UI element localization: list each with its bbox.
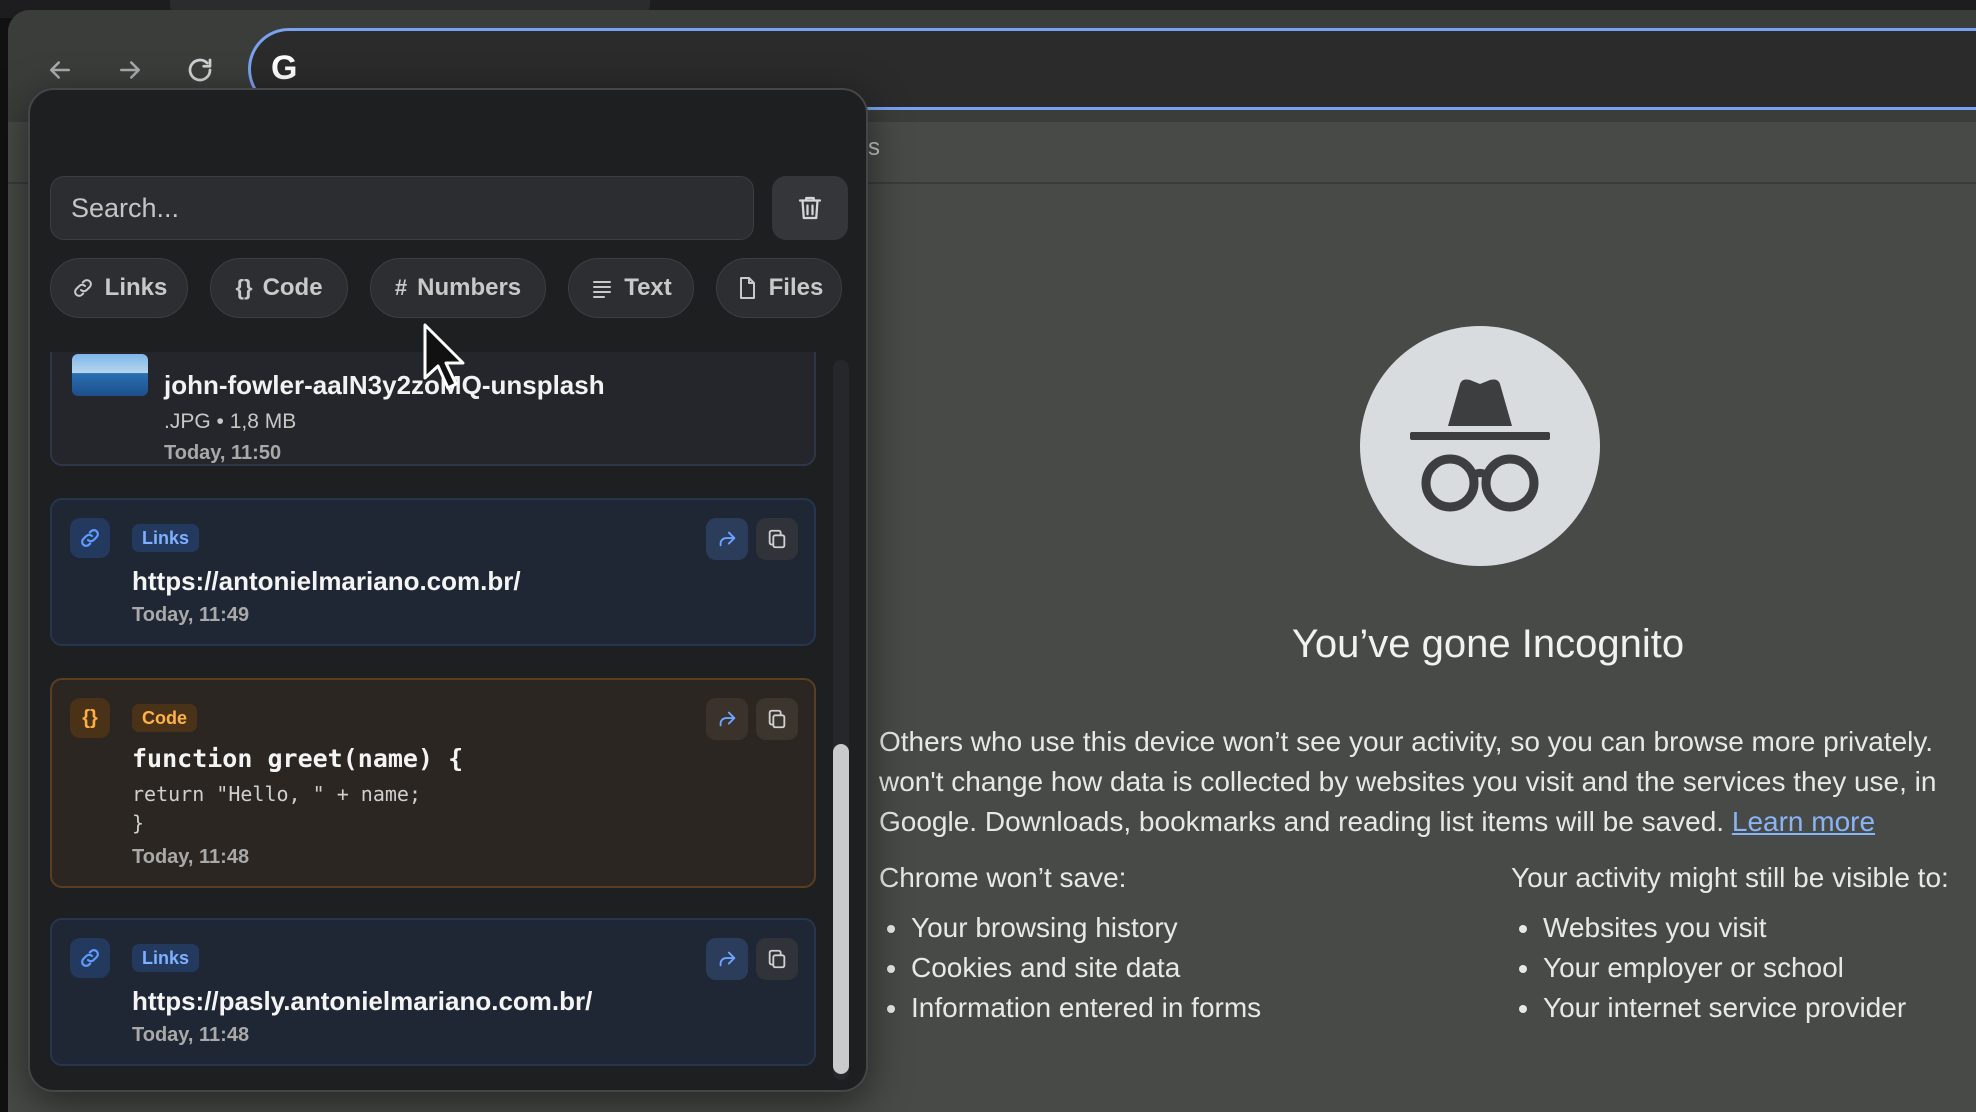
filter-chip-label: Text <box>624 274 672 301</box>
copy-button[interactable] <box>756 698 798 740</box>
hash-icon: # <box>394 275 408 300</box>
list-item: Your browsing history <box>879 908 1261 948</box>
arrow-left-icon <box>50 61 70 79</box>
still-visible-list: Websites you visit Your employer or scho… <box>1511 908 1949 1028</box>
still-visible-title: Your activity might still be visible to: <box>1511 862 1949 893</box>
filter-chip-files[interactable]: Files <box>716 258 842 318</box>
share-button[interactable] <box>706 698 748 740</box>
arrow-right-icon <box>120 61 140 79</box>
code-first-line: function greet(name) { <box>132 744 464 773</box>
clipboard-list: john-fowler-aaIN3y2zoMQ-unsplash .JPG • … <box>30 352 850 1090</box>
type-badge: Links <box>132 944 200 972</box>
copy-icon <box>768 709 786 729</box>
link-icon <box>70 518 110 558</box>
page-tab-fragment: s <box>868 134 880 161</box>
file-icon <box>739 277 755 299</box>
copy-button[interactable] <box>756 518 798 560</box>
wont-save-list: Your browsing history Cookies and site d… <box>879 908 1261 1028</box>
list-item[interactable]: {} Code function greet(name) { return "H… <box>50 678 816 888</box>
filter-chip-label: Links <box>104 274 168 301</box>
filter-chip-text[interactable]: Text <box>568 258 694 318</box>
list-item: Information entered in forms <box>879 988 1261 1028</box>
description-line-3: Google. Downloads, bookmarks and reading… <box>879 802 1976 842</box>
forward-button[interactable] <box>108 48 152 92</box>
braces-icon: {} <box>235 275 253 300</box>
list-item: Your employer or school <box>1511 948 1949 988</box>
item-content: https://pasly.antonielmariano.com.br/ <box>132 986 593 1016</box>
item-content: https://antonielmariano.com.br/ <box>132 566 521 596</box>
still-visible-section: Your activity might still be visible to:… <box>1511 862 1949 1028</box>
item-timestamp: Today, 11:50 <box>164 442 282 464</box>
description-line-2: won't change how data is collected by we… <box>879 766 1937 797</box>
image-thumbnail <box>72 354 148 396</box>
spy-hat-glasses-icon <box>1410 379 1550 512</box>
wont-save-section: Chrome won’t save: Your browsing history… <box>879 862 1261 1028</box>
learn-more-link[interactable]: Learn more <box>1732 806 1875 837</box>
list-item[interactable]: Links https://antonielmariano.com.br/ To… <box>50 498 816 646</box>
list-scrollbar[interactable] <box>830 360 850 1080</box>
filter-chip-label: Numbers <box>417 274 522 301</box>
list-item: Websites you visit <box>1511 908 1949 948</box>
type-badge: Links <box>132 524 200 552</box>
reload-button[interactable] <box>178 48 222 92</box>
search-box[interactable] <box>50 176 754 240</box>
type-badge: Code <box>132 704 197 732</box>
link-icon <box>73 279 92 297</box>
filter-chip-links[interactable]: Links <box>50 258 188 318</box>
filter-chip-label: Code <box>262 274 323 301</box>
incognito-title: You’ve gone Incognito <box>1291 622 1685 666</box>
list-item: Your internet service provider <box>1511 988 1949 1028</box>
google-logo-icon: G <box>271 49 298 87</box>
item-timestamp: Today, 11:49 <box>132 604 250 626</box>
share-icon <box>719 711 736 727</box>
share-icon <box>719 531 736 547</box>
back-button[interactable] <box>38 48 82 92</box>
link-icon <box>70 938 110 978</box>
filter-chip-code[interactable]: {} Code <box>210 258 348 318</box>
braces-icon: {} <box>70 698 110 738</box>
incognito-icon <box>1360 326 1600 566</box>
filter-chip-numbers[interactable]: # Numbers <box>370 258 546 318</box>
mouse-pointer-icon <box>423 323 465 390</box>
code-body: return "Hello, " + name; } <box>132 782 421 835</box>
copy-icon <box>768 949 786 969</box>
reload-icon <box>188 58 212 82</box>
share-icon <box>719 951 736 967</box>
list-item: Cookies and site data <box>879 948 1261 988</box>
wont-save-title: Chrome won’t save: <box>879 862 1127 893</box>
share-button[interactable] <box>706 938 748 980</box>
file-name: john-fowler-aaIN3y2zoMQ-unsplash <box>164 370 605 400</box>
lines-icon <box>593 281 612 298</box>
scrollbar-thumb[interactable] <box>833 744 849 1074</box>
list-item[interactable]: Links https://pasly.antonielmariano.com.… <box>50 918 816 1066</box>
file-meta: .JPG • 1,8 MB <box>164 410 297 433</box>
incognito-description: Others who use this device won’t see you… <box>879 722 1976 842</box>
copy-button[interactable] <box>756 938 798 980</box>
description-line-1: Others who use this device won’t see you… <box>879 726 1934 757</box>
description-line-3-text: Google. Downloads, bookmarks and reading… <box>879 806 1725 837</box>
search-input[interactable] <box>71 192 733 224</box>
trash-icon <box>798 196 822 220</box>
clipboard-panel: Links {} Code # Numbers Text Files john-… <box>28 88 868 1092</box>
copy-icon <box>768 529 786 549</box>
share-button[interactable] <box>706 518 748 560</box>
clear-all-button[interactable] <box>772 176 848 240</box>
filter-chip-label: Files <box>768 274 824 301</box>
item-timestamp: Today, 11:48 <box>132 846 250 868</box>
item-timestamp: Today, 11:48 <box>132 1024 250 1046</box>
